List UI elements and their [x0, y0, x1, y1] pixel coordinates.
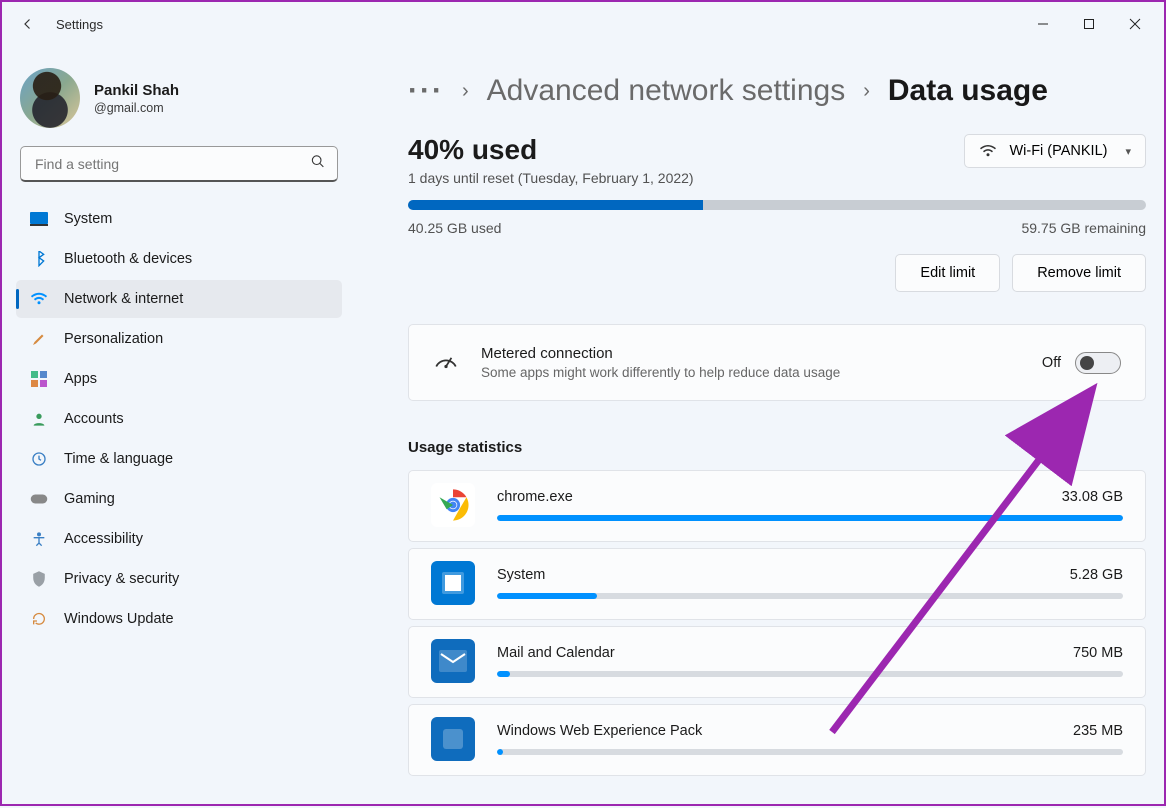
wifi-label: Wi-Fi (PANKIL): [1009, 143, 1107, 159]
usage-stats-list: chrome.exe 33.08 GB System 5.28 GB Mail and …: [408, 470, 1146, 776]
clock-icon: [30, 450, 48, 468]
titlebar: Settings: [2, 2, 1164, 46]
person-icon: [30, 410, 48, 428]
app-icon: [431, 639, 475, 683]
speedometer-icon: [433, 349, 461, 376]
app-icon: [431, 561, 475, 605]
profile-email: @gmail.com: [94, 101, 179, 115]
sidebar-item-label: Privacy & security: [64, 571, 179, 587]
stat-size: 750 MB: [1073, 645, 1123, 661]
system-icon: [30, 210, 48, 228]
sidebar-item-label: Gaming: [64, 491, 115, 507]
usage-reset-text: 1 days until reset (Tuesday, February 1,…: [408, 170, 694, 186]
arrow-left-icon: [19, 15, 37, 33]
usage-stats-heading: Usage statistics: [408, 439, 1146, 456]
sidebar-item-label: Network & internet: [64, 291, 183, 307]
bluetooth-icon: [30, 250, 48, 268]
stat-name: Windows Web Experience Pack: [497, 723, 702, 739]
profile-name: Pankil Shah: [94, 82, 179, 99]
wifi-selector[interactable]: Wi-Fi (PANKIL) ▾: [964, 134, 1146, 168]
sidebar-item-label: Accessibility: [64, 531, 143, 547]
chevron-right-icon: ›: [863, 80, 870, 103]
breadcrumb-more[interactable]: ···: [408, 74, 444, 108]
metered-toggle[interactable]: [1075, 352, 1121, 374]
sidebar-item-privacy[interactable]: Privacy & security: [16, 560, 342, 598]
sidebar-item-label: Bluetooth & devices: [64, 251, 192, 267]
stat-item[interactable]: Windows Web Experience Pack 235 MB: [408, 704, 1146, 776]
stat-item[interactable]: chrome.exe 33.08 GB: [408, 470, 1146, 542]
chevron-right-icon: ›: [462, 80, 469, 103]
stat-item[interactable]: Mail and Calendar 750 MB: [408, 626, 1146, 698]
sidebar-item-label: Time & language: [64, 451, 173, 467]
breadcrumb: ··· › Advanced network settings › Data u…: [408, 74, 1146, 108]
stat-item[interactable]: System 5.28 GB: [408, 548, 1146, 620]
sidebar: Pankil Shah @gmail.com System Bluetooth …: [2, 46, 352, 804]
profile-block[interactable]: Pankil Shah @gmail.com: [16, 62, 342, 146]
usage-progress-bar: [408, 200, 1146, 210]
sidebar-item-apps[interactable]: Apps: [16, 360, 342, 398]
maximize-button[interactable]: [1066, 8, 1112, 40]
accessibility-icon: [30, 530, 48, 548]
search-input[interactable]: [20, 146, 338, 182]
metered-title: Metered connection: [481, 345, 1022, 362]
sidebar-item-network[interactable]: Network & internet: [16, 280, 342, 318]
update-icon: [30, 610, 48, 628]
breadcrumb-parent[interactable]: Advanced network settings: [487, 74, 846, 108]
avatar: [20, 68, 80, 128]
chevron-down-icon: ▾: [1125, 145, 1131, 158]
app-icon: [431, 717, 475, 761]
usage-remaining-label: 59.75 GB remaining: [1021, 220, 1146, 236]
wifi-icon: [30, 290, 48, 308]
sidebar-item-time-language[interactable]: Time & language: [16, 440, 342, 478]
sidebar-item-bluetooth[interactable]: Bluetooth & devices: [16, 240, 342, 278]
metered-subtitle: Some apps might work differently to help…: [481, 365, 1022, 380]
stat-name: chrome.exe: [497, 489, 573, 505]
metered-connection-card: Metered connection Some apps might work …: [408, 324, 1146, 401]
app-icon: [431, 483, 475, 527]
breadcrumb-current: Data usage: [888, 74, 1048, 108]
sidebar-item-personalization[interactable]: Personalization: [16, 320, 342, 358]
stat-size: 33.08 GB: [1062, 489, 1123, 505]
usage-used-label: 40.25 GB used: [408, 220, 501, 236]
main-content: ··· › Advanced network settings › Data u…: [352, 46, 1164, 804]
minimize-button[interactable]: [1020, 8, 1066, 40]
sidebar-item-label: Accounts: [64, 411, 124, 427]
sidebar-item-label: System: [64, 211, 112, 227]
stat-name: System: [497, 567, 545, 583]
stat-size: 235 MB: [1073, 723, 1123, 739]
metered-toggle-state: Off: [1042, 355, 1061, 371]
usage-percent: 40% used: [408, 134, 694, 166]
apps-icon: [30, 370, 48, 388]
gamepad-icon: [30, 490, 48, 508]
close-button[interactable]: [1112, 8, 1158, 40]
search-icon: [310, 154, 326, 175]
stat-size: 5.28 GB: [1070, 567, 1123, 583]
shield-icon: [30, 570, 48, 588]
nav: System Bluetooth & devices Network & int…: [16, 200, 342, 638]
sidebar-item-windows-update[interactable]: Windows Update: [16, 600, 342, 638]
stat-name: Mail and Calendar: [497, 645, 615, 661]
sidebar-item-label: Personalization: [64, 331, 163, 347]
sidebar-item-system[interactable]: System: [16, 200, 342, 238]
sidebar-item-label: Windows Update: [64, 611, 174, 627]
brush-icon: [30, 330, 48, 348]
sidebar-item-accounts[interactable]: Accounts: [16, 400, 342, 438]
sidebar-item-gaming[interactable]: Gaming: [16, 480, 342, 518]
window-title: Settings: [56, 17, 103, 32]
sidebar-item-accessibility[interactable]: Accessibility: [16, 520, 342, 558]
wifi-icon: [979, 144, 997, 158]
back-button[interactable]: [8, 4, 48, 44]
edit-limit-button[interactable]: Edit limit: [895, 254, 1000, 292]
sidebar-item-label: Apps: [64, 371, 97, 387]
remove-limit-button[interactable]: Remove limit: [1012, 254, 1146, 292]
